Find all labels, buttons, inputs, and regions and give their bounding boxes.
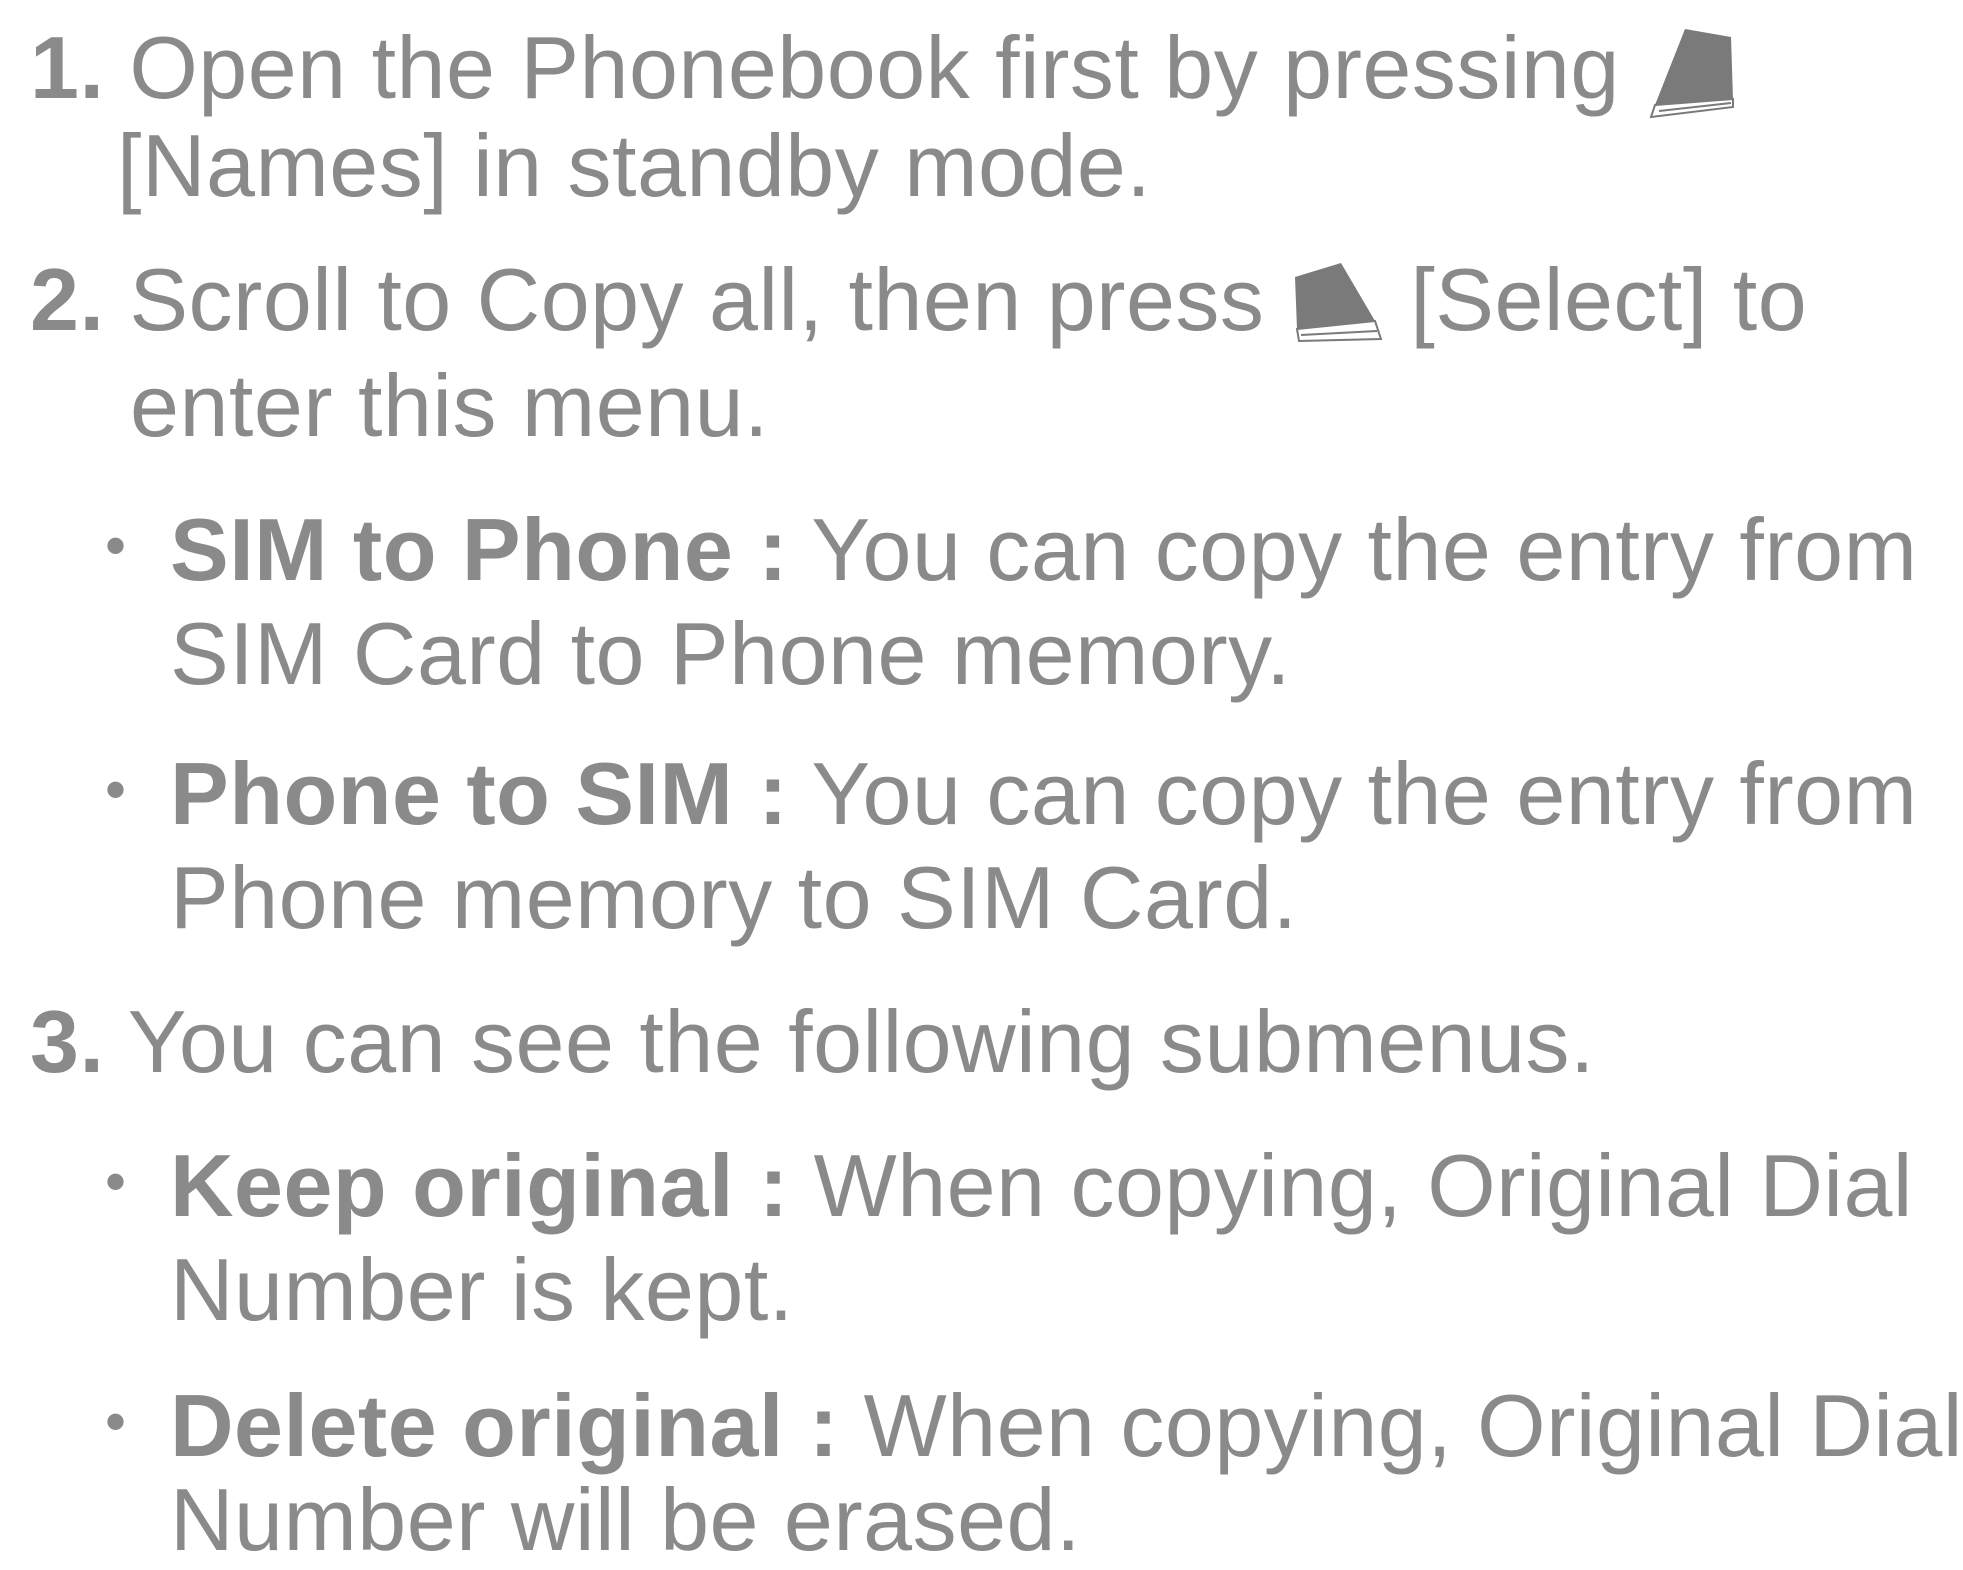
- step-text: You can see the following submenus.: [127, 992, 1595, 1091]
- option-text: You can copy the entry from: [811, 744, 1918, 843]
- bullet-icon: •: [105, 1388, 127, 1455]
- bullet-icon: •: [105, 1148, 127, 1215]
- option-keep-original-line-1: Keep original : When copying, Original D…: [170, 1136, 1913, 1236]
- option-term: Keep original :: [170, 1136, 789, 1235]
- bullet-icon: •: [105, 756, 127, 823]
- option-delete-original-line-1: Delete original : When copying, Original…: [170, 1376, 1963, 1476]
- bullet-icon: •: [105, 512, 127, 579]
- step-2-line-2: enter this menu.: [130, 356, 769, 455]
- step-number: 3.: [30, 992, 105, 1091]
- option-text: When copying, Original Dial: [863, 1376, 1963, 1475]
- step-text: Open the Phonebook first by pressing: [129, 18, 1620, 117]
- step-2-line-1: 2. Scroll to Copy all, then press [Selec…: [30, 250, 1807, 355]
- step-text-after-icon: [Select] to: [1410, 250, 1808, 349]
- step-number: 1.: [30, 18, 105, 117]
- option-text: You can copy the entry from: [811, 500, 1918, 599]
- option-delete-original-line-2: Number will be erased.: [170, 1470, 1081, 1569]
- step-3-line-1: 3. You can see the following submenus.: [30, 992, 1595, 1092]
- option-text: When copying, Original Dial: [813, 1136, 1913, 1235]
- option-term: Phone to SIM :: [170, 744, 789, 843]
- step-1-line-2: [Names] in standby mode.: [117, 116, 1152, 215]
- option-sim-to-phone-line-2: SIM Card to Phone memory.: [170, 604, 1292, 703]
- step-1-line-1: 1. Open the Phonebook first by pressing: [30, 18, 1741, 123]
- option-term: Delete original :: [170, 1376, 839, 1475]
- left-softkey-icon: [1645, 27, 1741, 123]
- step-text: Scroll to Copy all, then press: [129, 250, 1265, 349]
- step-number: 2.: [30, 250, 105, 349]
- manual-page: 1. Open the Phonebook first by pressing …: [0, 0, 1963, 1569]
- option-phone-to-sim-line-2: Phone memory to SIM Card.: [170, 848, 1298, 947]
- right-softkey-icon: [1289, 259, 1385, 355]
- option-keep-original-line-2: Number is kept.: [170, 1240, 794, 1339]
- option-sim-to-phone-line-1: SIM to Phone : You can copy the entry fr…: [170, 500, 1917, 600]
- option-phone-to-sim-line-1: Phone to SIM : You can copy the entry fr…: [170, 744, 1917, 844]
- option-term: SIM to Phone :: [170, 500, 789, 599]
